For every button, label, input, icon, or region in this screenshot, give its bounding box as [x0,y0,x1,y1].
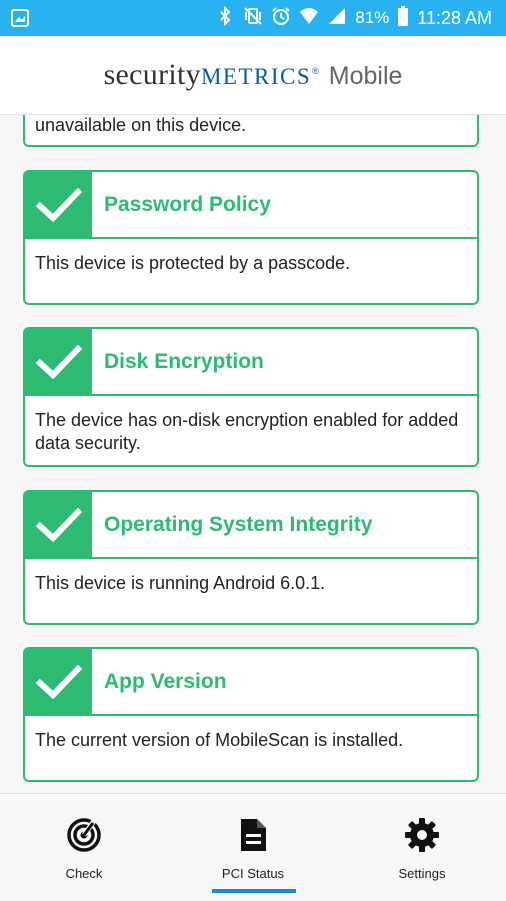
alarm-icon [271,6,291,31]
card-title: App Version [104,669,227,693]
status-list[interactable]: unavailable on this device. Password Pol… [0,115,506,793]
card-title: Password Policy [104,192,271,216]
image-icon [10,8,30,33]
battery-icon [397,5,409,31]
nav-item-settings[interactable]: Settings [338,794,506,894]
nav-label: Settings [398,866,446,881]
radar-icon [66,816,102,854]
logo-metrics-text: METRICS [200,64,312,89]
battery-percent: 81% [355,8,390,27]
nav-label: PCI Status [221,866,285,881]
status-card: Disk Encryption The device has on-disk e… [23,327,479,467]
card-title: Disk Encryption [104,349,264,373]
logo-registered-mark: ® [312,66,319,76]
securitymetrics-logo: security METRICS ® Mobile [104,58,403,92]
check-icon [25,492,92,557]
card-description: The current version of MobileScan is ins… [35,730,404,750]
nav-label: Check [65,866,103,881]
status-bar: 81% 11:28 AM [0,0,506,36]
logo-mobile-text: Mobile [328,62,403,90]
vibrate-icon [243,6,263,31]
signal-icon [327,6,347,31]
card-description: This device is protected by a passcode. [35,253,351,273]
status-card: Operating System Integrity This device i… [23,490,479,625]
nav-item-check[interactable]: Check [0,794,168,894]
check-icon [25,329,92,394]
check-icon [25,172,92,237]
status-card: App Version The current version of Mobil… [23,647,479,782]
card-description: unavailable on this device. [35,115,247,135]
check-icon [25,649,92,714]
document-icon [238,816,268,854]
clock: 11:28 AM [417,7,492,28]
nav-item-pci-status[interactable]: PCI Status [169,794,337,894]
logo-security-text: security [103,58,201,91]
app-header: security METRICS ® Mobile [0,36,506,115]
status-card: Password Policy This device is protected… [23,170,479,305]
active-tab-indicator [212,889,296,893]
wifi-icon [299,6,319,31]
card-description: This device is running Android 6.0.1. [35,573,326,593]
gear-icon [404,816,440,854]
card-description: The device has on-disk encryption enable… [35,410,459,453]
bottom-navigation: Check PCI Status Settings [0,793,506,901]
status-card: unavailable on this device. [23,115,479,147]
bluetooth-icon [215,5,235,31]
card-title: Operating System Integrity [104,512,373,536]
